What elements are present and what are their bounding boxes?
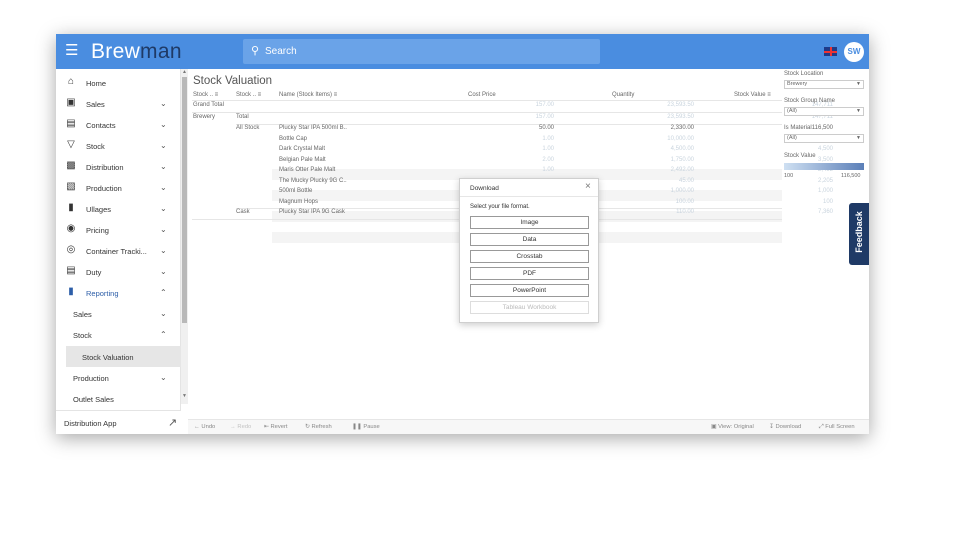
chevron-down-icon: ⌄ — [160, 162, 167, 171]
home-icon: ⌂ — [67, 76, 75, 87]
col-header-cost-price[interactable]: Cost Price — [468, 92, 496, 98]
close-icon[interactable]: × — [585, 181, 591, 192]
chevron-down-icon: ⌄ — [160, 141, 167, 150]
chevron-down-icon: ▼ — [856, 135, 861, 141]
full-screen-button[interactable]: ⤢ Full Screen — [819, 424, 855, 431]
revert-button[interactable]: ⇤ Revert — [264, 424, 288, 430]
chevron-up-icon: ⌃ — [160, 288, 167, 297]
top-bar: ☰ Brewman ⚲ SW — [56, 34, 869, 69]
undo-button[interactable]: ← Undo — [194, 424, 215, 430]
basket-icon: ▣ — [66, 97, 76, 108]
external-link-icon: ↗ — [168, 417, 178, 429]
chevron-down-icon: ⌄ — [160, 267, 167, 276]
chevron-down-icon: ⌄ — [160, 204, 167, 213]
search-box[interactable]: ⚲ — [243, 39, 600, 64]
chevron-down-icon: ▼ — [856, 108, 861, 114]
chevron-down-icon: ⌄ — [160, 225, 167, 234]
report-icon: ▮ — [68, 286, 74, 297]
viz-toolbar: ← Undo → Redo ⇤ Revert ↻ Refresh ❚❚ Paus… — [188, 419, 869, 434]
divider — [460, 196, 598, 197]
brewman-logo[interactable]: Brewman — [91, 40, 182, 64]
distribution-app-link[interactable]: Distribution App ↗ — [56, 410, 181, 434]
target-icon: ◎ — [66, 244, 76, 255]
sidebar-scrollbar[interactable]: ▲ ▼ — [181, 69, 188, 404]
menu-icon[interactable]: ☰ — [65, 43, 78, 59]
sidebar: ⌂ Home ▣ Sales ⌄ ▤ Contacts ⌄ ▽ Stock ⌄ … — [56, 69, 181, 434]
stock-location-select[interactable]: Brewery ▼ — [784, 80, 864, 89]
sidebar-item-contacts[interactable]: ▤ Contacts ⌄ — [56, 114, 181, 135]
col-header-stock-value[interactable]: Stock Value ≡ — [734, 92, 771, 98]
stock-value-min: 100 — [784, 173, 794, 179]
sidebar-sub-outlet-sales[interactable]: Outlet Sales — [56, 388, 181, 409]
sidebar-item-container-tracking[interactable]: ◎ Container Tracki... ⌄ — [56, 240, 181, 261]
search-icon: ⚲ — [251, 45, 260, 57]
download-dialog: Download × Select your file format. Imag… — [459, 178, 599, 323]
search-input[interactable] — [265, 43, 585, 60]
page-title: Stock Valuation — [193, 75, 273, 87]
sidebar-item-reporting[interactable]: ▮ Reporting ⌃ — [56, 282, 181, 303]
dialog-title: Download — [470, 185, 499, 192]
filter-label-stock-value: Stock Value — [784, 153, 816, 159]
document-icon: ▤ — [66, 265, 76, 276]
divider — [192, 112, 782, 113]
sidebar-item-stock[interactable]: ▽ Stock ⌄ — [56, 135, 181, 156]
chevron-down-icon: ⌄ — [160, 99, 167, 108]
filter-label-stock-location: Stock Location — [784, 71, 824, 77]
dollar-icon: ◉ — [66, 223, 76, 234]
sidebar-sub-stock[interactable]: Stock ⌃ — [56, 324, 181, 345]
divider — [192, 100, 782, 101]
sidebar-sub-stock-valuation[interactable]: Stock Valuation — [66, 346, 181, 367]
factory-icon: ▧ — [66, 181, 76, 192]
download-pdf-button[interactable]: PDF — [470, 267, 589, 280]
bin-icon: ▮ — [68, 202, 74, 213]
funnel-icon: ▽ — [67, 139, 75, 150]
uk-flag-icon[interactable] — [824, 47, 837, 56]
chevron-up-icon: ⌃ — [160, 330, 167, 339]
col-header-quantity[interactable]: Quantity — [612, 92, 634, 98]
dialog-prompt: Select your file format. — [470, 204, 530, 210]
feedback-tab[interactable]: Feedback — [849, 203, 869, 265]
contacts-icon: ▤ — [66, 118, 76, 129]
user-avatar[interactable]: SW — [844, 42, 864, 62]
chevron-down-icon: ⌄ — [160, 120, 167, 129]
scroll-up-icon[interactable]: ▲ — [182, 69, 187, 75]
sidebar-sub-production[interactable]: Production ⌄ — [56, 367, 181, 388]
chevron-down-icon: ⌄ — [160, 183, 167, 192]
chevron-down-icon: ⌄ — [160, 373, 167, 382]
sidebar-item-ullages[interactable]: ▮ Ullages ⌄ — [56, 198, 181, 219]
pause-button[interactable]: ❚❚ Pause — [352, 424, 380, 430]
scroll-down-icon[interactable]: ▼ — [182, 393, 187, 399]
download-crosstab-button[interactable]: Crosstab — [470, 250, 589, 263]
stock-value-legend — [784, 163, 864, 170]
sidebar-item-sales[interactable]: ▣ Sales ⌄ — [56, 93, 181, 114]
redo-button[interactable]: → Redo — [230, 424, 251, 430]
download-powerpoint-button[interactable]: PowerPoint — [470, 284, 589, 297]
col-header-stock-location[interactable]: Stock .. ≡ — [193, 92, 218, 98]
chevron-down-icon: ⌄ — [160, 309, 167, 318]
chevron-down-icon: ▼ — [856, 81, 861, 87]
sidebar-item-pricing[interactable]: ◉ Pricing ⌄ — [56, 219, 181, 240]
download-tableau-workbook-button[interactable]: Tableau Workbook — [470, 301, 589, 314]
col-header-stock-group[interactable]: Stock .. ≡ — [236, 92, 261, 98]
sidebar-item-duty[interactable]: ▤ Duty ⌄ — [56, 261, 181, 282]
chevron-down-icon: ⌄ — [160, 246, 167, 255]
sidebar-item-production[interactable]: ▧ Production ⌄ — [56, 177, 181, 198]
download-data-button[interactable]: Data — [470, 233, 589, 246]
sidebar-item-distribution[interactable]: ▩ Distribution ⌄ — [56, 156, 181, 177]
truck-icon: ▩ — [66, 160, 76, 171]
stock-value-max: 116,500 — [841, 173, 861, 179]
is-material-select[interactable]: (All) ▼ — [784, 134, 864, 143]
sidebar-item-home[interactable]: ⌂ Home — [56, 72, 181, 93]
refresh-button[interactable]: ↻ Refresh — [305, 424, 332, 430]
scrollbar-thumb[interactable] — [182, 77, 187, 323]
filter-label-stock-group: Stock Group Name — [784, 98, 836, 104]
download-button[interactable]: ↧ Download — [769, 424, 801, 430]
sidebar-sub-sales[interactable]: Sales ⌄ — [56, 303, 181, 324]
download-image-button[interactable]: Image — [470, 216, 589, 229]
col-header-name[interactable]: Name (Stock Items) ≡ — [279, 92, 337, 98]
stock-group-select[interactable]: (All) ▼ — [784, 107, 864, 116]
filter-label-is-material: Is Material — [784, 125, 812, 131]
view-original-button[interactable]: ▣ View: Original — [711, 424, 754, 430]
